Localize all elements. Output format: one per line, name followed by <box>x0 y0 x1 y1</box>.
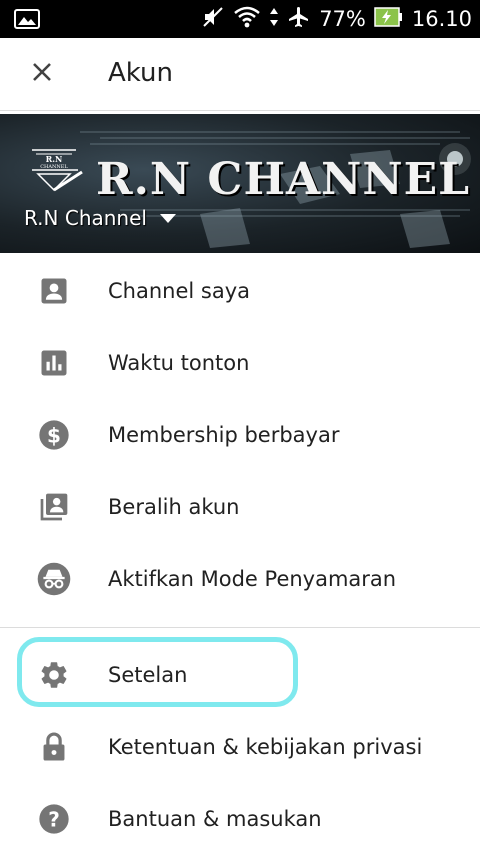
menu-item-channel-saya[interactable]: Channel saya <box>0 255 480 327</box>
incognito-icon <box>36 561 72 597</box>
channel-art-title: R.N CHANNEL <box>96 154 471 205</box>
lock-icon <box>36 729 72 765</box>
menu-item-waktu-tonton[interactable]: Waktu tonton <box>0 327 480 399</box>
dropdown-arrow-icon <box>159 209 177 228</box>
mute-icon <box>201 5 225 33</box>
menu-item-mode-penyamaran[interactable]: Aktifkan Mode Penyamaran <box>0 543 480 615</box>
close-button[interactable] <box>18 50 66 98</box>
channel-logo: R.N CHANNEL <box>30 132 86 196</box>
menu-item-setelan[interactable]: Setelan <box>0 639 480 711</box>
svg-text:$: $ <box>47 423 61 447</box>
dollar-icon: $ <box>36 417 72 453</box>
menu-item-label: Waktu tonton <box>108 351 250 375</box>
top-app-bar: Akun <box>0 38 480 111</box>
menu-item-label: Channel saya <box>108 279 250 303</box>
page-title: Akun <box>108 58 173 88</box>
menu-item-label: Aktifkan Mode Penyamaran <box>108 567 397 591</box>
menu-item-membership[interactable]: $ Membership berbayar <box>0 399 480 471</box>
menu-item-bantuan[interactable]: ? Bantuan & masukan <box>0 783 480 855</box>
account-switcher[interactable]: R.N Channel <box>24 206 177 230</box>
wifi-icon <box>233 5 261 33</box>
account-name: R.N Channel <box>24 206 147 230</box>
svg-text:?: ? <box>48 807 60 831</box>
status-bar: 77% 16.10 <box>0 0 480 38</box>
airplane-icon <box>287 5 311 33</box>
battery-charging-icon <box>374 6 404 32</box>
bar-chart-icon <box>36 345 72 381</box>
account-box-icon <box>36 273 72 309</box>
menu-item-beralih-akun[interactable]: Beralih akun <box>0 471 480 543</box>
menu-item-ketentuan[interactable]: Ketentuan & kebijakan privasi <box>0 711 480 783</box>
menu-item-label: Ketentuan & kebijakan privasi <box>108 735 423 759</box>
menu-item-label: Bantuan & masukan <box>108 807 322 831</box>
help-icon: ? <box>36 801 72 837</box>
clock: 16.10 <box>411 7 472 31</box>
menu-item-label: Membership berbayar <box>108 423 340 447</box>
svg-text:R.N: R.N <box>46 154 63 164</box>
battery-percent: 77% <box>319 7 366 31</box>
close-icon <box>30 60 54 88</box>
switch-account-icon <box>36 489 72 525</box>
data-arrows-icon <box>269 5 279 33</box>
gear-icon <box>36 657 72 693</box>
channel-banner: R.N CHANNEL R.N CHANNEL R.N Channel <box>0 114 480 253</box>
gallery-notification-icon <box>14 9 40 33</box>
menu-item-label: Setelan <box>108 663 188 687</box>
menu-item-label: Beralih akun <box>108 495 240 519</box>
svg-text:CHANNEL: CHANNEL <box>40 164 68 170</box>
section-divider <box>0 627 480 628</box>
